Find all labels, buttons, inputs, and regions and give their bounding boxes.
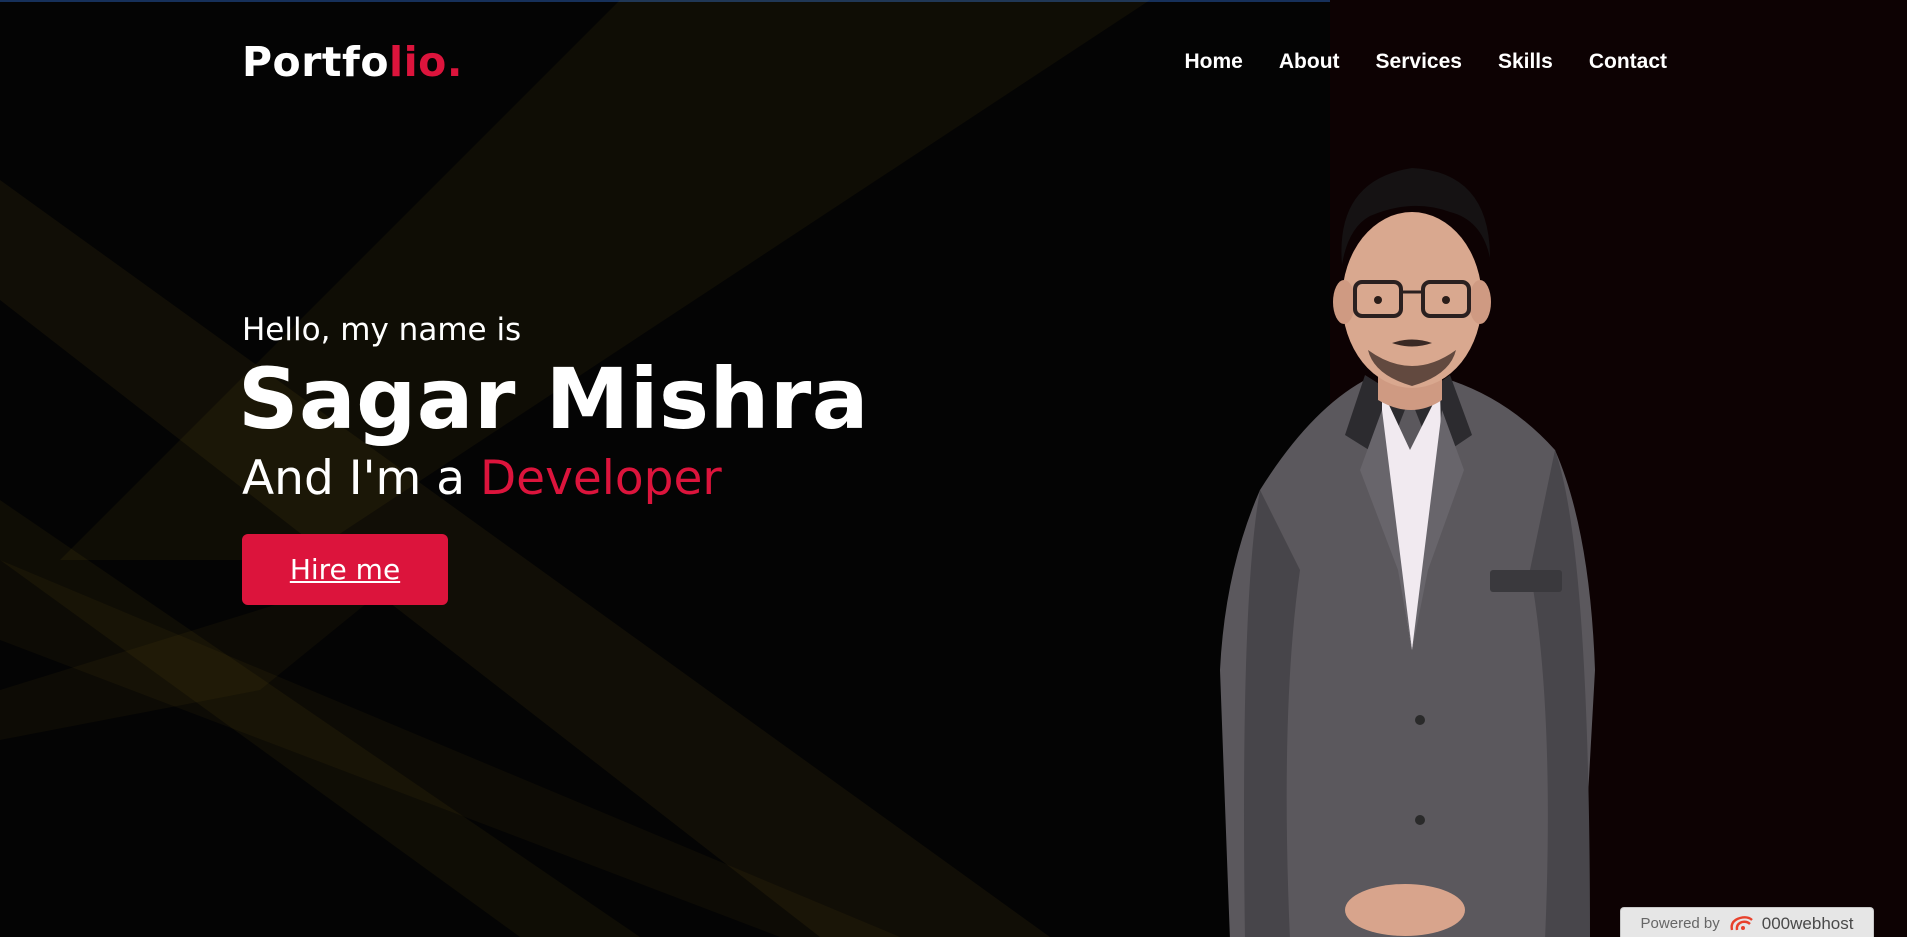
logo-main-text: Portfo xyxy=(242,38,390,86)
nav-contact-link[interactable]: Contact xyxy=(1589,50,1667,73)
powered-by-badge[interactable]: Powered by 000webhost xyxy=(1620,907,1874,937)
hero-role: And I'm a Developer xyxy=(242,451,869,506)
hero-role-highlight: Developer xyxy=(479,450,722,506)
host-name-text: 000webhost xyxy=(1761,913,1854,933)
nav-home-link[interactable]: Home xyxy=(1185,50,1243,73)
hero-name: Sagar Mishra xyxy=(238,350,869,448)
000webhost-logo-icon xyxy=(1730,915,1753,930)
hero-greeting: Hello, my name is xyxy=(242,312,522,348)
nav-services-link[interactable]: Services xyxy=(1376,50,1462,73)
powered-by-text: Powered by xyxy=(1640,915,1720,932)
nav-menu: Home About Services Skills Contact xyxy=(1185,50,1667,74)
hire-me-button[interactable]: Hire me xyxy=(242,533,448,605)
profile-photo xyxy=(1220,168,1595,937)
nav-about-link[interactable]: About xyxy=(1279,50,1340,73)
hero-content: Hello, my name is Sagar Mishra And I'm a… xyxy=(238,312,869,605)
nav-skills-link[interactable]: Skills xyxy=(1498,50,1553,73)
site-logo[interactable]: Portfolio. xyxy=(242,38,463,86)
logo-accent-text: lio. xyxy=(389,38,463,86)
page: Portfolio. Home About Services Skills Co… xyxy=(0,0,1907,937)
navbar: Portfolio. Home About Services Skills Co… xyxy=(0,0,1907,128)
hero-role-prefix: And I'm a xyxy=(242,450,480,506)
